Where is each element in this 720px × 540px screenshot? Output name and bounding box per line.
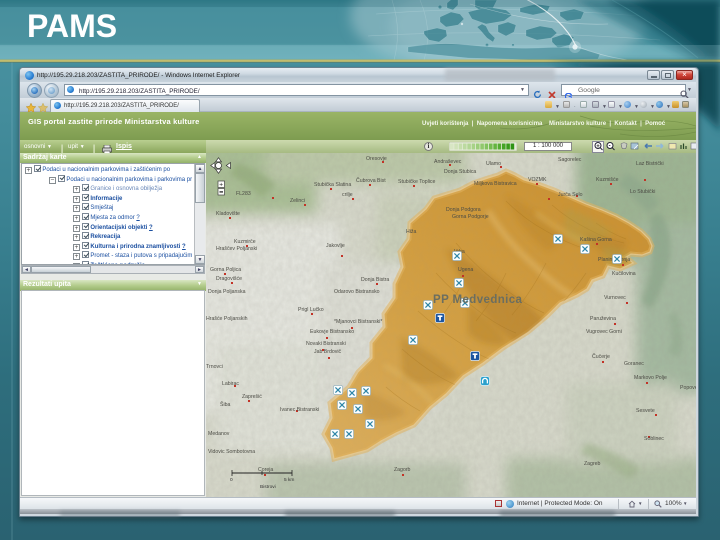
svg-text:Stubička Slatina: Stubička Slatina [314, 182, 351, 188]
svg-text:Kučilovina: Kučilovina [612, 271, 636, 277]
svg-text:crilje: crilje [342, 192, 353, 198]
svg-text:Novaki Bistranski: Novaki Bistranski [306, 341, 346, 347]
svg-text:Gorna Poljica: Gorna Poljica [210, 267, 241, 273]
svg-text:Hiža: Hiža [406, 229, 416, 235]
svg-text:Markovo Polje: Markovo Polje [634, 375, 667, 381]
svg-text:Vugrovec Gorni: Vugrovec Gorni [586, 329, 622, 335]
svg-text:Jurča Selo: Jurča Selo [558, 192, 583, 198]
svg-text:+: + [219, 181, 223, 188]
svg-text:5 km: 5 km [284, 477, 294, 483]
svg-text:Donja Stubica: Donja Stubica [444, 169, 476, 175]
svg-text:Andraševec: Andraševec [434, 159, 462, 165]
svg-text:Dragovišće: Dragovišće [216, 276, 242, 282]
svg-text:Ugena: Ugena [458, 267, 473, 273]
svg-text:Stubičke Toplice: Stubičke Toplice [398, 179, 436, 185]
svg-text:0: 0 [230, 477, 233, 483]
svg-text:Donja Poljanska: Donja Poljanska [208, 289, 246, 295]
svg-text:Kuzmirče: Kuzmirče [234, 239, 256, 245]
svg-text:Kuzmišće: Kuzmišće [596, 177, 619, 183]
svg-text:Zaprešić: Zaprešić [242, 394, 262, 400]
svg-text:Miljkova Bistravica: Miljkova Bistravica [474, 181, 517, 187]
svg-text:Eukovje Bistransko: Eukovje Bistransko [310, 329, 354, 335]
svg-text:Coreja: Coreja [258, 467, 273, 473]
svg-text:Donja Bistra: Donja Bistra [361, 277, 389, 283]
svg-text:Zagorb: Zagorb [394, 467, 411, 473]
svg-text:Vurnovec: Vurnovec [604, 295, 626, 301]
svg-text:Ulamo: Ulamo [486, 161, 501, 167]
svg-text:Hraščev Poljanski: Hraščev Poljanski [216, 246, 257, 252]
svg-text:*Mjanovci Bistranski*: *Mjanovci Bistranski* [334, 319, 382, 325]
svg-text:+: + [596, 144, 600, 150]
svg-text:Kašina Gorna: Kašina Gorna [580, 237, 612, 243]
svg-text:Zagreb: Zagreb [584, 461, 601, 467]
svg-text:FL283: FL283 [236, 191, 251, 197]
svg-text:Prigl Lučko: Prigl Lučko [298, 307, 324, 313]
svg-text:Sagorelec: Sagorelec [558, 157, 582, 163]
svg-text:Kladovište: Kladovište [216, 211, 240, 217]
svg-text:Jab Brdovič: Jab Brdovič [314, 349, 342, 355]
svg-text:Vidovic Sombotovna: Vidovic Sombotovna [208, 449, 255, 455]
svg-text:Jakovlje: Jakovlje [326, 243, 345, 249]
svg-text:Medanov: Medanov [208, 431, 230, 437]
svg-text:Paruževina: Paruževina [590, 316, 616, 322]
svg-text:Odarovo Bistransko: Odarovo Bistransko [334, 289, 380, 295]
svg-text:-: - [609, 144, 611, 150]
svg-text:Goranec: Goranec [624, 361, 644, 367]
svg-text:Zelinci: Zelinci [290, 198, 305, 204]
svg-text:Čučerje: Čučerje [592, 353, 610, 360]
svg-text:Labirac: Labirac [222, 381, 239, 387]
svg-text:Donja Podgora: Donja Podgora [446, 207, 481, 213]
svg-text:Trnovci: Trnovci [206, 364, 223, 370]
svg-text:Oresovje: Oresovje [366, 156, 387, 162]
svg-text:Soblinec: Soblinec [644, 436, 664, 442]
svg-text:Ivanec Bistranski: Ivanec Bistranski [280, 407, 319, 413]
svg-text:Popovec: Popovec [680, 385, 696, 391]
svg-text:Čubrova Bist: Čubrova Bist [356, 177, 386, 184]
svg-text:Lo Stubički: Lo Stubički [630, 189, 655, 195]
svg-text:Bistrovi: Bistrovi [260, 484, 276, 490]
svg-text:Gorna Podgorje: Gorna Podgorje [452, 214, 489, 220]
svg-text:Laz Bistrički: Laz Bistrički [636, 161, 664, 167]
svg-text:Šiba: Šiba [220, 401, 230, 408]
svg-text:Hrašće Poljanskih: Hrašće Poljanskih [206, 316, 248, 322]
svg-text:PP Medvednica: PP Medvednica [433, 294, 523, 306]
svg-text:Sesvete: Sesvete [636, 408, 655, 414]
svg-text:VOZMK: VOZMK [528, 177, 547, 183]
